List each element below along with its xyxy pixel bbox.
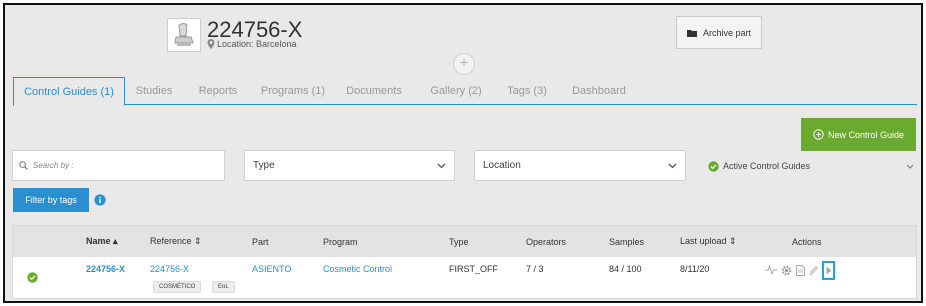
row-name-link[interactable]: 224756-X	[86, 264, 125, 274]
chevron-down-icon	[668, 163, 677, 168]
col-samples: Samples	[609, 236, 645, 247]
chevron-down-icon	[906, 164, 914, 169]
location-pin-icon	[207, 39, 215, 49]
folder-icon	[686, 29, 697, 37]
tag-badge: COSMÉTICO	[153, 281, 202, 293]
plus-circle-icon	[813, 129, 824, 140]
type-select-value: Type	[253, 160, 275, 171]
active-control-guides-label: Active Control Guides	[723, 161, 811, 171]
col-type: Type	[449, 236, 469, 247]
run-button[interactable]	[822, 260, 835, 280]
location-select-value: Location	[483, 160, 521, 171]
tab-documents[interactable]: Documents	[343, 77, 405, 105]
new-control-guide-label: New Control Guide	[827, 129, 905, 140]
filter-by-tags-button[interactable]: Filter by tags	[13, 188, 89, 212]
row-samples: 84 / 100	[609, 264, 642, 274]
gear-icon[interactable]	[781, 265, 792, 276]
tab-gallery[interactable]: Gallery (2)	[425, 77, 487, 105]
new-control-guide-button[interactable]: New Control Guide	[801, 118, 916, 151]
archive-part-button[interactable]: Archive part	[676, 16, 762, 49]
tag-badge: EoL	[212, 281, 235, 293]
active-control-guides-dropdown[interactable]: Active Control Guides	[708, 159, 914, 173]
edit-icon[interactable]	[809, 265, 818, 276]
part-location: Location: Barcelona	[207, 39, 297, 49]
tab-dashboard[interactable]: Dashboard	[569, 77, 629, 105]
col-actions: Actions	[792, 236, 822, 247]
tab-control-guides[interactable]: Control Guides (1)	[13, 77, 125, 106]
tab-studies[interactable]: Studies	[131, 77, 177, 105]
row-last-upload: 8/11/20	[680, 264, 710, 274]
play-icon	[826, 266, 831, 274]
col-last-upload[interactable]: Last upload ⇕	[680, 226, 737, 257]
search-icon	[19, 161, 28, 170]
row-actions	[765, 260, 835, 280]
tab-programs[interactable]: Programs (1)	[259, 77, 327, 105]
pulse-icon[interactable]	[765, 265, 777, 275]
plus-icon: +	[459, 55, 469, 72]
tab-reports[interactable]: Reports	[193, 77, 243, 105]
control-guides-table: Name ▴ Reference ⇕ Part Program Type Ope…	[12, 225, 917, 299]
check-circle-icon	[708, 160, 719, 172]
row-reference-link[interactable]: 224756-X	[150, 264, 189, 274]
location-text: Location: Barcelona	[217, 39, 297, 49]
seat-icon	[174, 23, 194, 46]
tab-tags[interactable]: Tags (3)	[503, 77, 551, 105]
info-icon[interactable]	[94, 193, 106, 211]
tab-bar: Control Guides (1) Studies Reports Progr…	[13, 77, 917, 106]
part-thumbnail	[167, 18, 201, 52]
row-part-link[interactable]: ASIENTO	[252, 264, 291, 274]
table-header: Name ▴ Reference ⇕ Part Program Type Ope…	[13, 226, 916, 257]
row-operators: 7 / 3	[526, 264, 544, 274]
search-input[interactable]: Search by :	[12, 150, 225, 181]
col-program: Program	[323, 236, 358, 247]
col-name[interactable]: Name ▴	[86, 226, 118, 257]
add-button[interactable]: +	[453, 53, 475, 75]
document-icon[interactable]	[796, 264, 805, 276]
location-select[interactable]: Location	[474, 150, 686, 181]
status-icon	[27, 272, 38, 283]
chevron-down-icon	[437, 163, 446, 168]
row-program-link[interactable]: Cosmetic Control	[323, 264, 392, 274]
row-type: FIRST_OFF	[449, 264, 498, 274]
search-placeholder: Search by :	[33, 161, 74, 170]
col-operators: Operators	[526, 236, 567, 247]
col-reference[interactable]: Reference ⇕	[150, 226, 202, 257]
type-select[interactable]: Type	[244, 150, 455, 181]
col-part: Part	[252, 236, 269, 247]
archive-part-label: Archive part	[702, 27, 752, 38]
app-frame: 224756-X Location: Barcelona Archive par…	[3, 3, 923, 303]
